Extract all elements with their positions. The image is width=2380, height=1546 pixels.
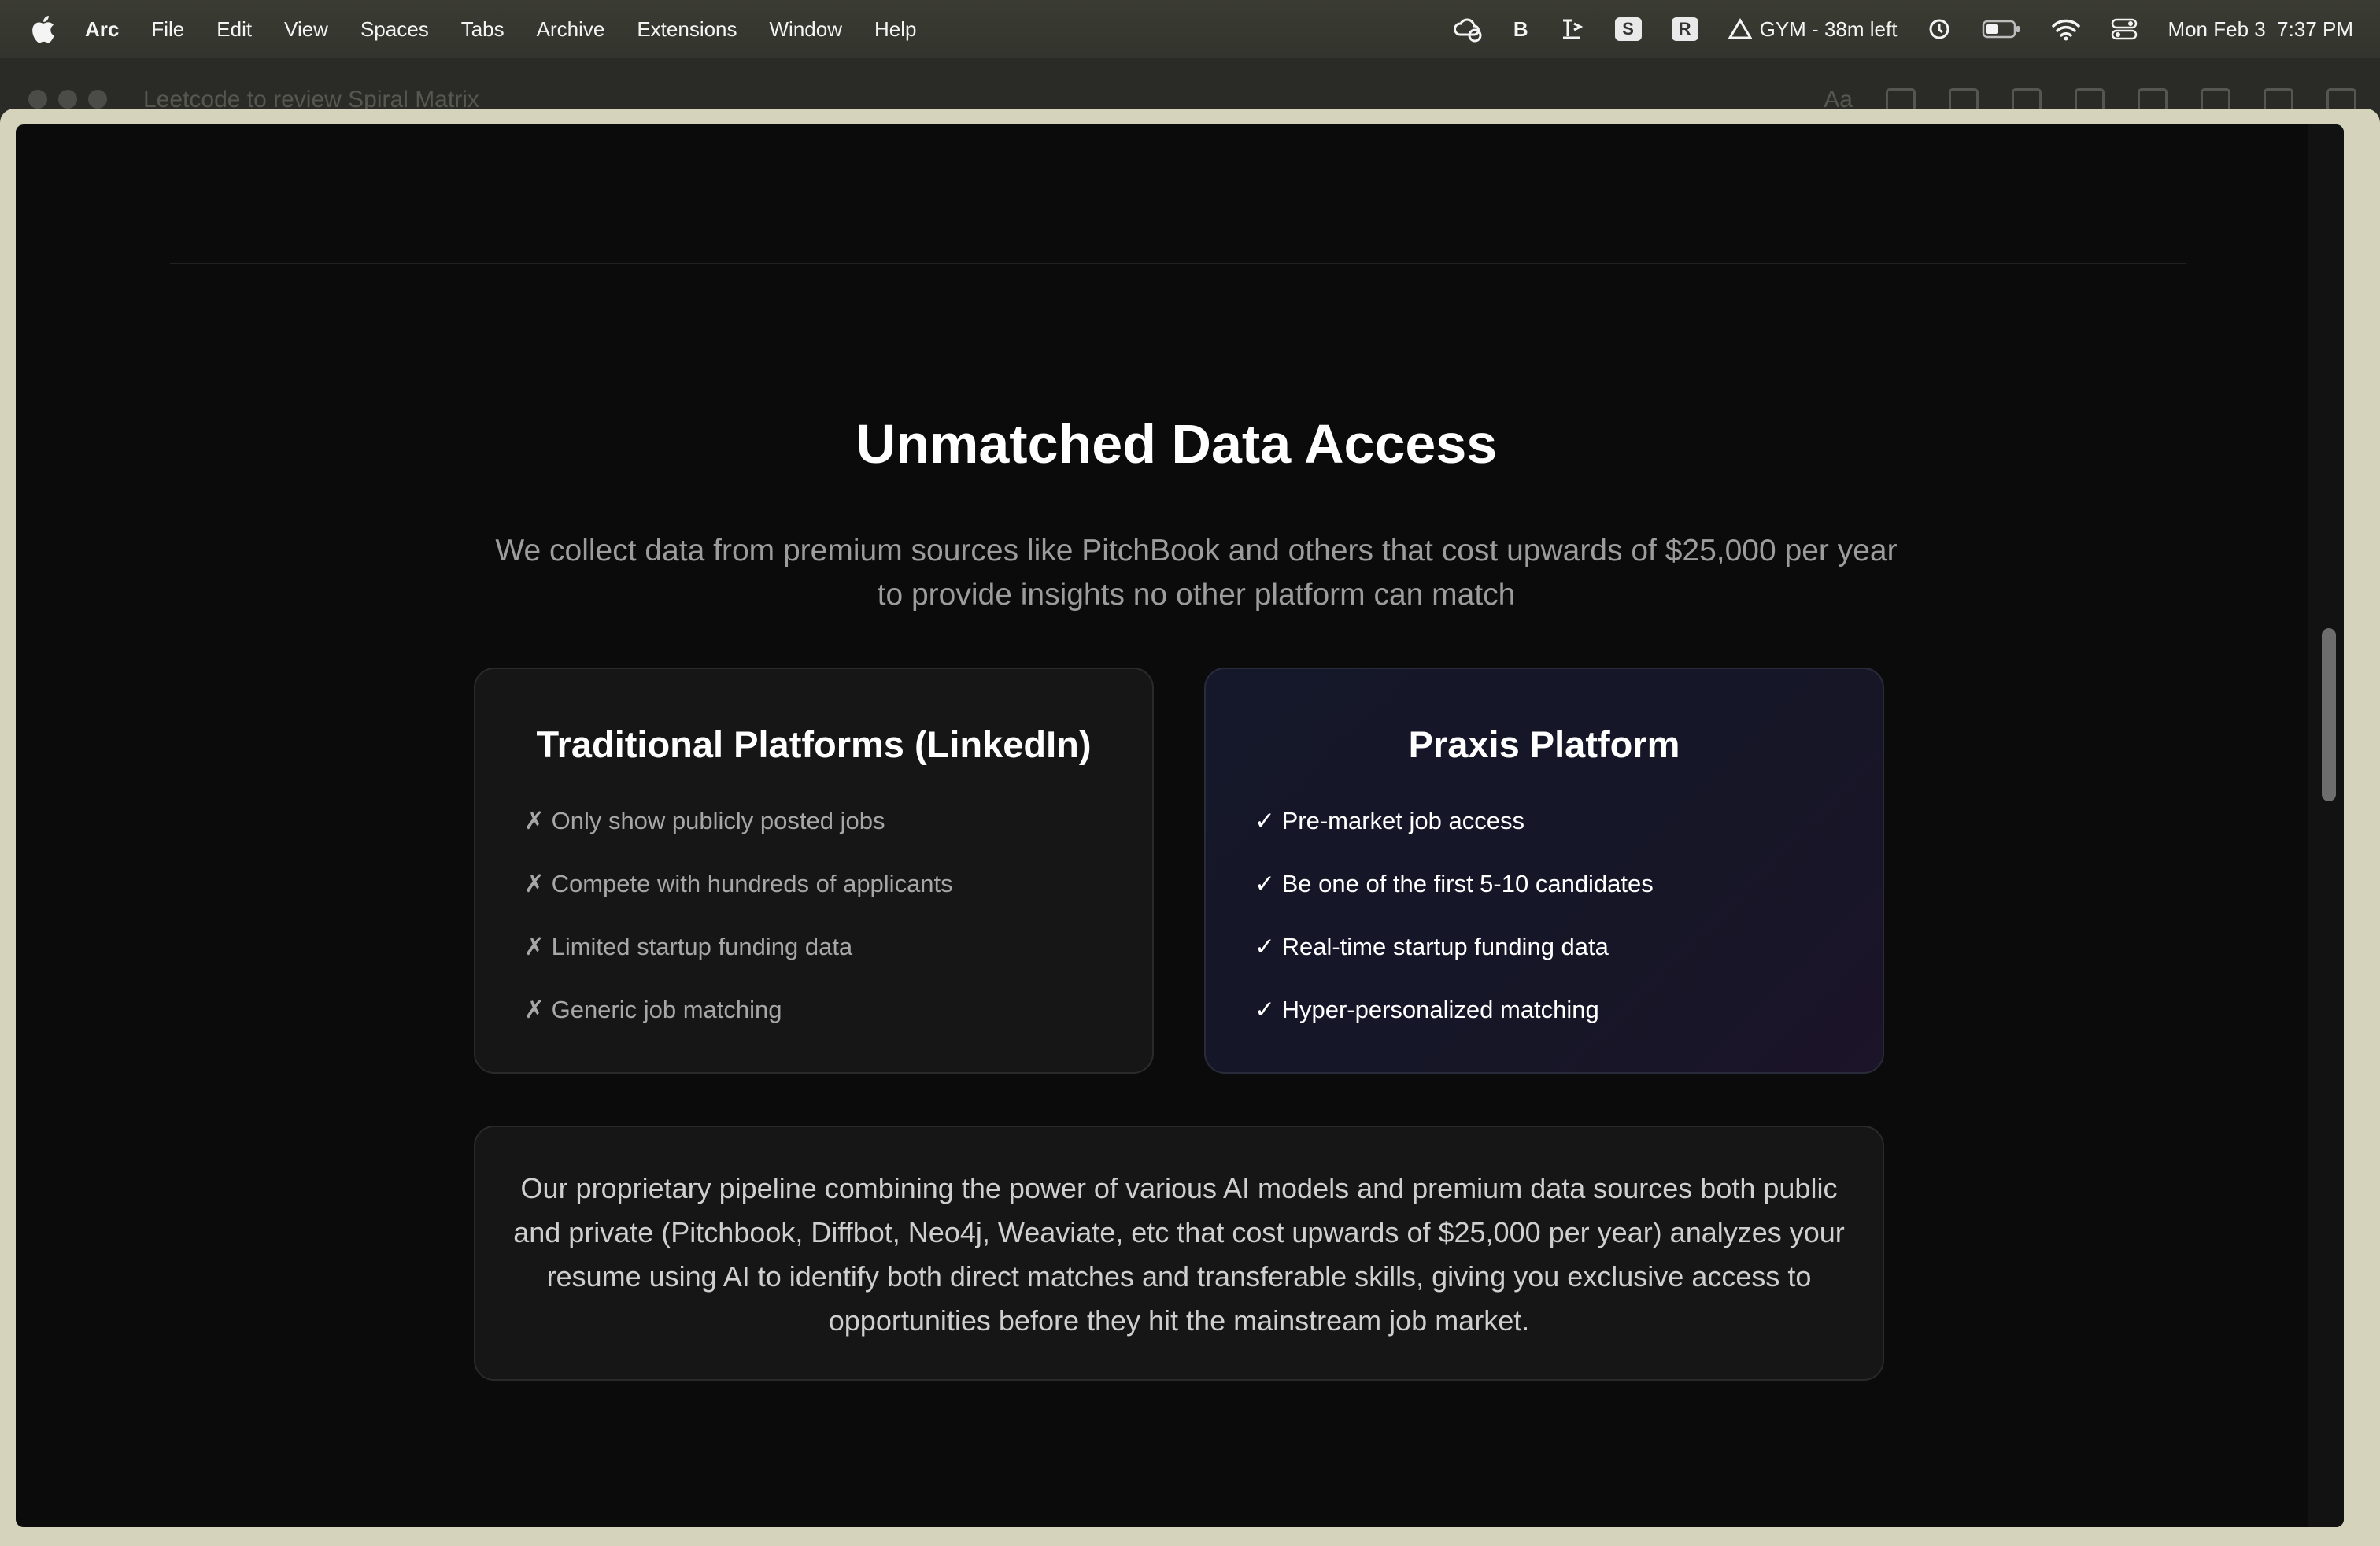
section-title: Unmatched Data Access — [856, 413, 1498, 475]
list-item: ✗ Only show publicly posted jobs — [524, 807, 885, 834]
menu-window[interactable]: Window — [770, 17, 842, 42]
weather-icon[interactable] — [1452, 16, 1484, 43]
s-app-badge: S — [1614, 17, 1642, 41]
pipeline-description: Our proprietary pipeline combining the p… — [513, 1172, 1845, 1337]
pipeline-description-card: Our proprietary pipeline combining the p… — [474, 1126, 1884, 1381]
traditional-platforms-card: Traditional Platforms (LinkedIn) ✗ Only … — [474, 668, 1154, 1074]
menu-app-arc[interactable]: Arc — [85, 17, 119, 42]
list-item: ✗ Compete with hundreds of applicants — [524, 870, 953, 897]
menu-view[interactable]: View — [284, 17, 328, 42]
menu-edit[interactable]: Edit — [216, 17, 252, 42]
scrollbar-thumb[interactable] — [2322, 628, 2336, 801]
warning-triangle-icon — [1728, 18, 1752, 39]
menu-clock[interactable]: Mon Feb 3 7:37 PM — [2168, 17, 2353, 42]
list-item: ✗ Generic job matching — [524, 996, 782, 1023]
praxis-feature-list: ✓ Pre-market job access ✓ Be one of the … — [1206, 790, 1883, 1041]
scrollbar-track[interactable] — [2308, 124, 2344, 1527]
list-item: ✗ Limited startup funding data — [524, 933, 853, 960]
menu-spaces[interactable]: Spaces — [360, 17, 429, 42]
menu-extensions[interactable]: Extensions — [637, 17, 737, 42]
list-item: ✓ Be one of the first 5-10 candidates — [1255, 870, 1654, 897]
menu-bar-right: B S R GYM - 38m left Mon Feb 3 7:37 PM — [1422, 16, 2353, 43]
menu-bar-left: Arc File Edit View Spaces Tabs Archive E… — [28, 14, 948, 44]
menu-file[interactable]: File — [151, 17, 184, 42]
traditional-card-title: Traditional Platforms (LinkedIn) — [536, 723, 1092, 765]
control-center-icon[interactable] — [2111, 17, 2138, 41]
list-item: ✓ Pre-market job access — [1255, 807, 1524, 834]
praxis-platform-card: Praxis Platform ✓ Pre-market job access … — [1204, 668, 1884, 1074]
web-page-viewport[interactable]: Unmatched Data Access We collect data fr… — [16, 124, 2344, 1527]
gym-timer[interactable]: GYM - 38m left — [1728, 17, 1898, 42]
s-app-icon[interactable]: S — [1614, 17, 1642, 41]
praxis-card-title: Praxis Platform — [1408, 723, 1680, 765]
traditional-feature-list: ✗ Only show publicly posted jobs ✗ Compe… — [475, 790, 1152, 1041]
close-window-button[interactable] — [28, 90, 47, 109]
menu-bar: Arc File Edit View Spaces Tabs Archive E… — [0, 0, 2380, 58]
minimize-window-button[interactable] — [58, 90, 77, 109]
section-subtitle: We collect data from premium sources lik… — [495, 534, 1898, 612]
tool-icon[interactable] — [1558, 16, 1585, 43]
list-item: ✓ Real-time startup funding data — [1255, 933, 1609, 960]
apple-icon[interactable] — [28, 14, 57, 44]
gym-timer-label: GYM - 38m left — [1759, 17, 1898, 41]
r-app-icon[interactable]: R — [1671, 17, 1698, 41]
section-divider — [170, 263, 2186, 264]
b-menu-extra[interactable]: B — [1513, 17, 1528, 42]
menu-archive[interactable]: Archive — [537, 17, 605, 42]
zoom-window-button[interactable] — [88, 90, 107, 109]
menu-tabs[interactable]: Tabs — [461, 17, 504, 42]
menu-help[interactable]: Help — [874, 17, 916, 42]
wifi-icon[interactable] — [2051, 17, 2081, 41]
battery-icon[interactable] — [1982, 19, 2021, 39]
r-app-badge: R — [1671, 17, 1698, 41]
time-machine-icon[interactable] — [1927, 17, 1952, 42]
window-traffic-lights — [28, 90, 107, 109]
list-item: ✓ Hyper-personalized matching — [1255, 996, 1599, 1023]
